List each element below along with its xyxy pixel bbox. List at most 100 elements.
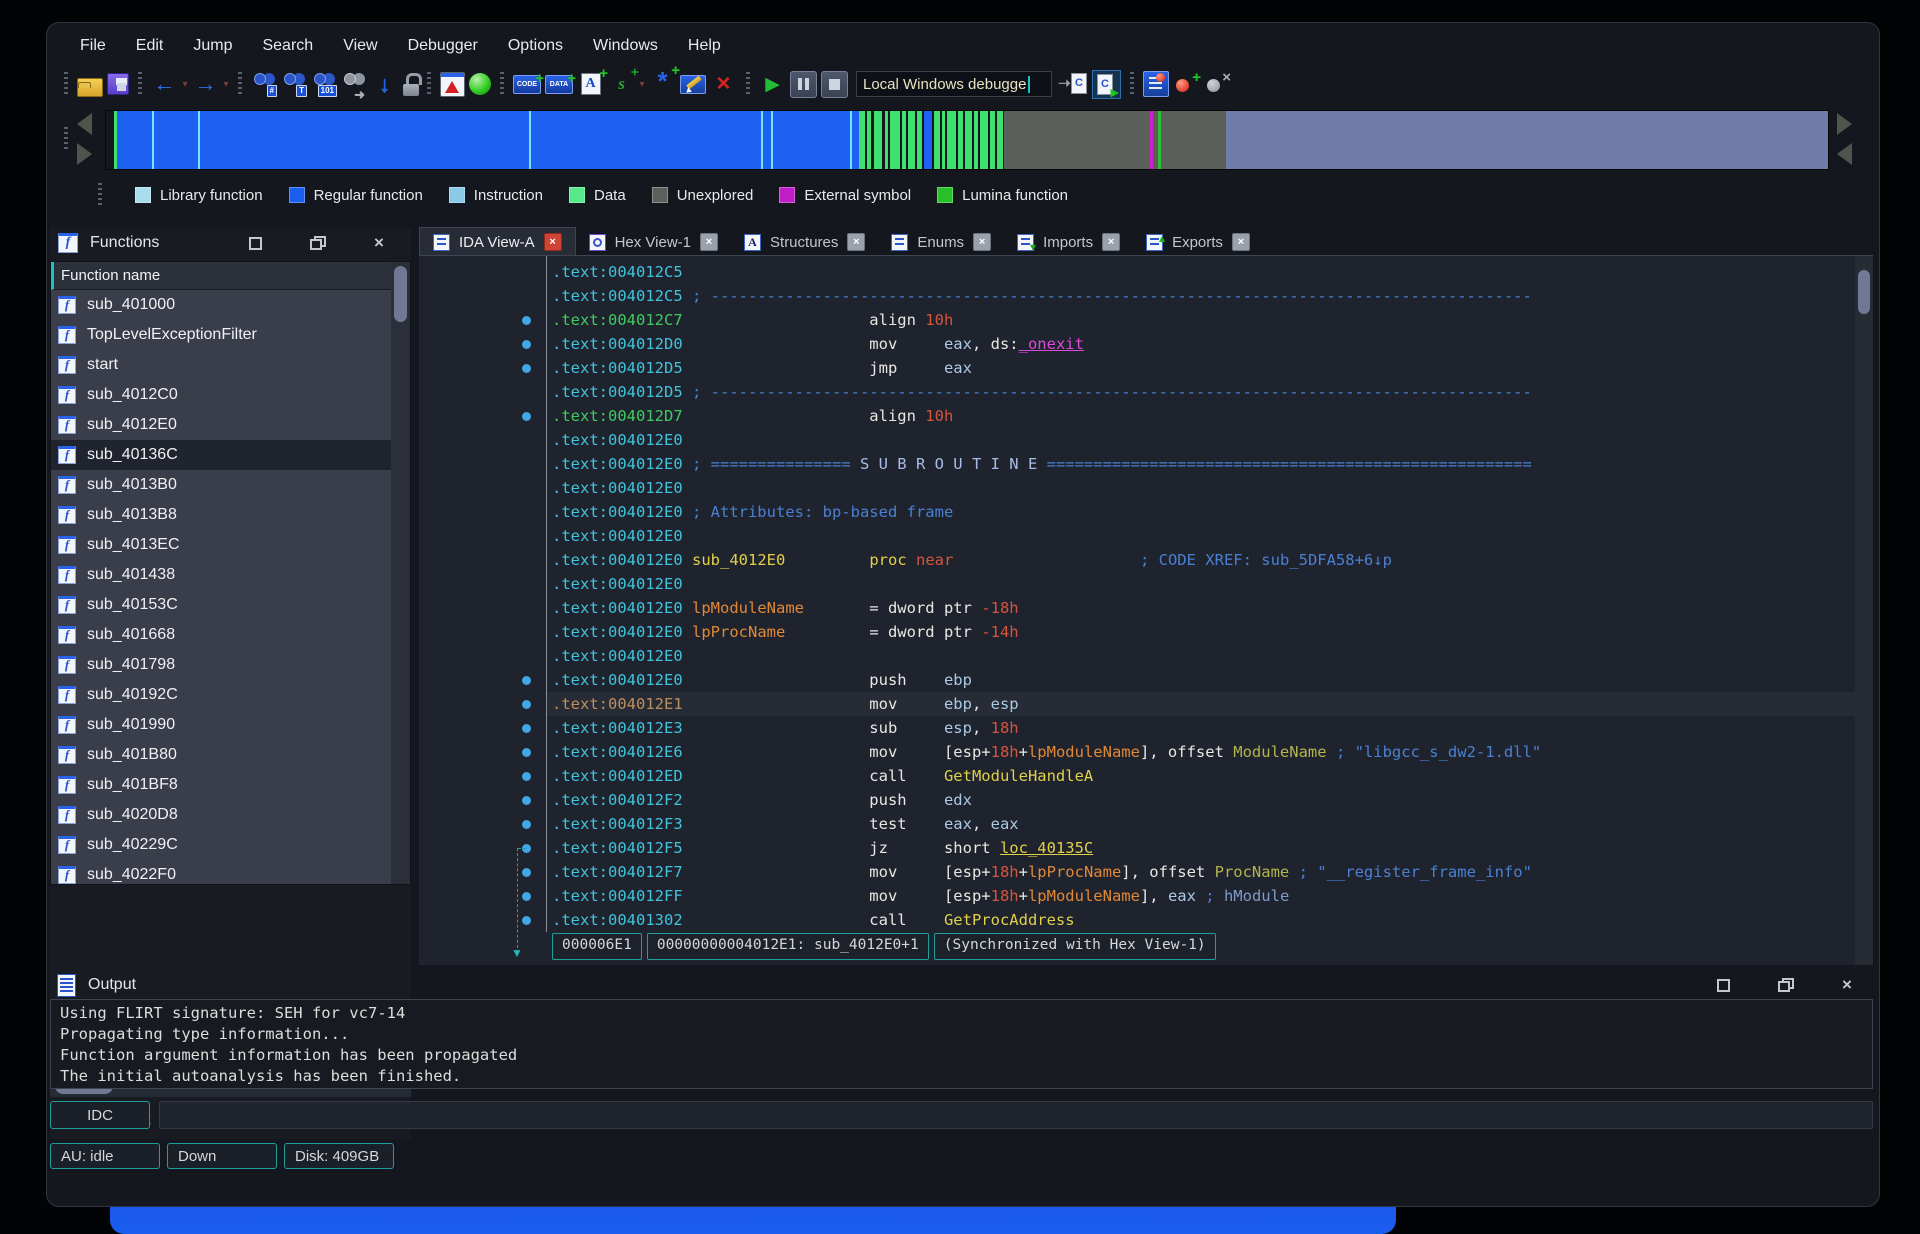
toolbar-grip[interactable] [427, 72, 431, 96]
function-list-item[interactable]: fsub_401BF8 [51, 770, 410, 800]
disasm-line[interactable]: .text:004012F7 mov [esp+18h+lpProcName],… [419, 860, 1873, 884]
edit-function-icon[interactable] [680, 75, 706, 94]
breakpoint-list-icon[interactable] [1143, 71, 1169, 97]
function-list-item[interactable]: fsub_401668 [51, 620, 410, 650]
disasm-line[interactable]: .text:004012FF mov [esp+18h+lpModuleName… [419, 884, 1873, 908]
jump-by-name-icon[interactable]: T [281, 71, 307, 98]
disasm-line[interactable]: .text:004012E0 lpModuleName = dword ptr … [419, 596, 1873, 620]
band-scroll-right-icon[interactable] [77, 143, 92, 165]
disasm-line[interactable]: .text:004012C5 [419, 260, 1873, 284]
band-scroll-left-icon[interactable] [77, 113, 92, 135]
disasm-line[interactable]: .text:004012E0 lpProcName = dword ptr -1… [419, 620, 1873, 644]
debugger-selector[interactable]: Local Windows debugge [856, 71, 1052, 97]
disasm-line[interactable]: .text:004012F3 test eax, eax [419, 812, 1873, 836]
toolbar-grip[interactable] [138, 72, 142, 96]
command-input[interactable] [159, 1101, 1873, 1129]
make-code-icon[interactable]: CODE+ [513, 75, 541, 94]
disasm-line[interactable]: .text:004012E0 [419, 524, 1873, 548]
disasm-line[interactable]: .text:004012D5 ; -----------------------… [419, 380, 1873, 404]
menu-debugger[interactable]: Debugger [393, 32, 493, 60]
function-list-item[interactable]: fsub_40192C [51, 680, 410, 710]
band-grip[interactable] [64, 127, 68, 151]
jump-next-icon[interactable]: ↓ [371, 71, 398, 98]
disasm-line[interactable]: .text:004012D5 jmp eax [419, 356, 1873, 380]
quick-debug-icon[interactable]: C [1092, 70, 1121, 99]
navigate-back-icon[interactable]: ← [151, 71, 178, 98]
function-list-item[interactable]: fsub_40229C [51, 830, 410, 860]
function-list-item[interactable]: fsub_4013B0 [51, 470, 410, 500]
output-restore-button[interactable] [1777, 977, 1793, 993]
toolbar-grip[interactable] [746, 72, 750, 96]
tab-close-icon[interactable]: × [1102, 233, 1120, 251]
start-process-icon[interactable]: ▶ [759, 71, 786, 98]
save-file-icon[interactable] [107, 73, 129, 95]
disasm-line[interactable]: .text:004012E0 [419, 572, 1873, 596]
disasm-line[interactable]: .text:004012D7 align 10h [419, 404, 1873, 428]
disasm-line[interactable]: .text:004012F2 push edx [419, 788, 1873, 812]
output-maximize-button[interactable] [1715, 977, 1731, 993]
tab-close-icon[interactable]: × [1232, 233, 1250, 251]
navigate-forward-history-icon[interactable]: ▾ [221, 71, 231, 98]
functions-column-header[interactable]: Function name [51, 262, 410, 290]
delete-breakpoint-icon[interactable] [1204, 71, 1231, 98]
disasm-line[interactable]: .text:004012E1 mov ebp, esp [419, 692, 1873, 716]
disasm-line[interactable]: .text:004012E0 ; =============== S U B R… [419, 452, 1873, 476]
band-scroll-right-icon[interactable] [1837, 113, 1852, 135]
tab-close-icon[interactable]: × [973, 233, 991, 251]
band-scroll-left-icon[interactable] [1837, 143, 1852, 165]
menu-jump[interactable]: Jump [178, 32, 247, 60]
problems-list-icon[interactable] [440, 72, 465, 97]
function-list-item[interactable]: fsub_401990 [51, 710, 410, 740]
disasm-line[interactable]: .text:004012C5 ; -----------------------… [419, 284, 1873, 308]
pause-process-icon[interactable] [790, 71, 817, 98]
tab-close-icon[interactable]: × [847, 233, 865, 251]
function-list-item[interactable]: fsub_4013B8 [51, 500, 410, 530]
toolbar-grip[interactable] [238, 72, 242, 96]
lumina-icon[interactable] [469, 73, 491, 95]
disasm-line[interactable]: .text:004012E6 mov [esp+18h+lpModuleName… [419, 740, 1873, 764]
stop-process-icon[interactable] [821, 71, 848, 98]
output-close-button[interactable]: × [1839, 977, 1855, 993]
menu-view[interactable]: View [328, 32, 392, 60]
function-list-item[interactable]: fsub_4013EC [51, 530, 410, 560]
disasm-line[interactable]: .text:004012F5 jz short loc_40135C [419, 836, 1873, 860]
disasm-line[interactable]: .text:004012E0 [419, 476, 1873, 500]
disasm-line[interactable]: .text:004012D0 mov eax, ds:_onexit [419, 332, 1873, 356]
idc-button[interactable]: IDC [50, 1101, 150, 1129]
tab-hex-view-1[interactable]: Hex View-1× [576, 228, 731, 256]
function-list-item[interactable]: fsub_4012E0 [51, 410, 410, 440]
functions-vertical-scrollbar[interactable] [391, 262, 410, 884]
function-list-item[interactable]: fsub_40153C [51, 590, 410, 620]
disassembly-scrollbar[interactable] [1855, 256, 1873, 965]
function-list-item[interactable]: fstart [51, 350, 410, 380]
function-list-item[interactable]: fTopLevelExceptionFilter [51, 320, 410, 350]
jump-xref-icon[interactable]: ➜ [341, 71, 367, 98]
function-list-item[interactable]: fsub_401798 [51, 650, 410, 680]
tab-imports[interactable]: Imports× [1004, 228, 1133, 256]
string-type-dropdown-icon[interactable]: ▾ [637, 71, 647, 98]
menu-help[interactable]: Help [673, 32, 736, 60]
make-data-icon[interactable]: DATA+ [545, 75, 573, 94]
lock-highlight-icon[interactable] [402, 71, 418, 98]
function-list-item[interactable]: fsub_40136C [51, 440, 410, 470]
search-binary-icon[interactable]: 101 [311, 71, 337, 98]
jump-to-address-icon[interactable]: # [251, 71, 277, 98]
disasm-line[interactable]: .text:004012E0 sub_4012E0 proc near ; CO… [419, 548, 1873, 572]
functions-maximize-button[interactable] [247, 235, 263, 251]
make-string-icon[interactable]: s+ [608, 71, 635, 98]
add-breakpoint-icon[interactable]: + [1173, 71, 1200, 98]
open-file-icon[interactable] [77, 78, 103, 97]
tab-structures[interactable]: Structures× [731, 228, 878, 256]
menu-search[interactable]: Search [247, 32, 328, 60]
undefine-icon[interactable]: × [710, 71, 737, 98]
disasm-line[interactable]: .text:00401302 call GetProcAddress [419, 908, 1873, 932]
legend-grip[interactable] [98, 183, 102, 207]
tab-close-icon[interactable]: × [700, 233, 718, 251]
menu-options[interactable]: Options [493, 32, 578, 60]
disasm-line[interactable]: .text:004012E0 push ebp [419, 668, 1873, 692]
menu-file[interactable]: File [65, 32, 121, 60]
output-content[interactable]: Using FLIRT signature: SEH for vc7-14Pro… [50, 999, 1873, 1089]
function-list-item[interactable]: fsub_401000 [51, 290, 410, 320]
toolbar-grip[interactable] [64, 72, 68, 96]
function-list-item[interactable]: fsub_401B80 [51, 740, 410, 770]
